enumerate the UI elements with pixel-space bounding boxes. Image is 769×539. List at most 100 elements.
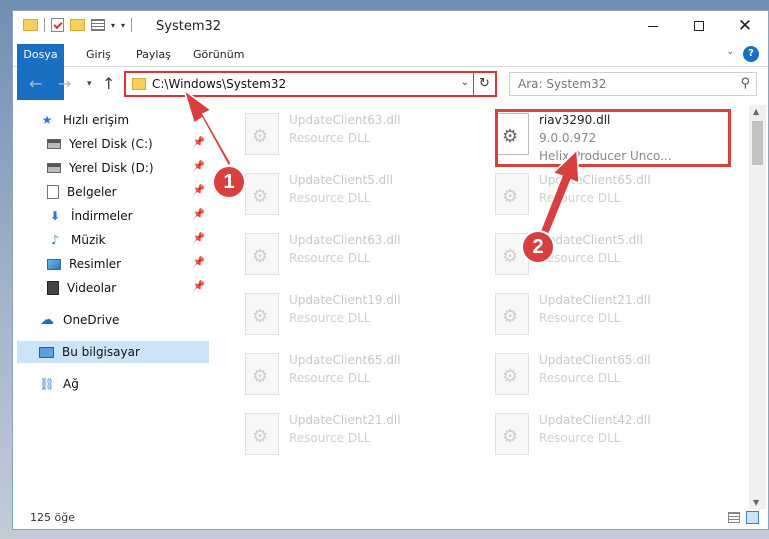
dll-file-icon	[245, 113, 279, 155]
explorer-window: ▾ ▾ System32 ✕ Dosya Giriş Paylaş Görünü…	[12, 10, 769, 530]
sidebar-item-pictures[interactable]: Resimler 📌	[47, 253, 209, 275]
folder-icon	[23, 19, 38, 31]
list-item[interactable]: UpdateClient21.dll Resource DLL	[487, 289, 727, 345]
file-type: Resource DLL	[289, 191, 371, 205]
step-1-badge: 1	[212, 165, 246, 199]
sidebar-item-music[interactable]: ♪ Müzik 📌	[47, 229, 209, 251]
pin-icon[interactable]: 📌	[193, 137, 205, 148]
dll-file-icon	[495, 353, 529, 395]
network-icon: ⛓	[39, 377, 55, 391]
document-icon	[47, 185, 59, 199]
maximize-button[interactable]	[676, 11, 722, 41]
address-bar[interactable]: C:\Windows\System32 ⌄ ↻	[124, 71, 497, 97]
list-item[interactable]: UpdateClient65.dll Resource DLL	[237, 349, 477, 405]
list-item[interactable]: UpdateClient42.dll Resource DLL	[487, 409, 727, 465]
video-icon	[47, 281, 59, 295]
quick-access-toolbar: ▾ ▾	[23, 18, 133, 32]
status-bar: 125 öğe	[13, 507, 768, 529]
sidebar-item-videos[interactable]: Videolar 📌	[47, 277, 209, 299]
chevron-down-icon[interactable]: ⌄	[726, 47, 734, 57]
forward-button[interactable]: →	[58, 74, 71, 93]
back-button[interactable]: ←	[29, 74, 42, 93]
tab-share[interactable]: Paylaş	[126, 44, 181, 66]
views-icon[interactable]	[91, 19, 105, 31]
computer-icon	[39, 346, 54, 358]
item-count: 125 öğe	[30, 511, 75, 524]
sidebar-item-documents[interactable]: Belgeler 📌	[47, 181, 209, 203]
minimize-button[interactable]	[630, 11, 676, 41]
pin-icon[interactable]: 📌	[193, 257, 205, 268]
cloud-icon: ☁	[40, 312, 54, 328]
sidebar-item-this-pc[interactable]: Bu bilgisayar	[17, 341, 209, 363]
scrollbar-thumb[interactable]	[752, 121, 763, 165]
minimize-icon	[648, 25, 658, 27]
file-type: Resource DLL	[289, 371, 371, 385]
sidebar-item-label: Yerel Disk (D:)	[69, 161, 154, 175]
file-type: Resource DLL	[539, 371, 621, 385]
search-input[interactable]: Ara: System32 ⚲	[509, 72, 757, 96]
pin-icon[interactable]: 📌	[193, 233, 205, 244]
maximize-icon	[694, 21, 704, 31]
pin-icon[interactable]: 📌	[193, 209, 205, 220]
properties-icon[interactable]	[51, 18, 64, 32]
file-name: UpdateClient63.dll	[289, 113, 401, 127]
music-icon: ♪	[51, 233, 59, 247]
sidebar-item-onedrive[interactable]: ☁ OneDrive	[39, 309, 209, 331]
list-item[interactable]: UpdateClient65.dll Resource DLL	[487, 169, 727, 225]
refresh-button[interactable]: ↻	[473, 73, 495, 95]
navigation-pane: ★ Hızlı erişim Yerel Disk (C:) 📌 Yerel D…	[13, 105, 213, 505]
new-folder-icon[interactable]	[70, 19, 85, 31]
dll-file-icon	[245, 293, 279, 335]
list-item[interactable]: UpdateClient63.dll Resource DLL	[237, 229, 477, 285]
star-icon: ★	[41, 113, 53, 127]
sidebar-item-label: Videolar	[67, 281, 117, 295]
folder-icon	[132, 78, 146, 90]
file-type: Resource DLL	[289, 431, 371, 445]
sidebar-item-downloads[interactable]: ⬇ İndirmeler 📌	[47, 205, 209, 227]
dll-file-icon	[245, 353, 279, 395]
ribbon-tabs: Dosya Giriş Paylaş Görünüm ⌄ ?	[13, 44, 768, 100]
vertical-scrollbar[interactable]: ▲ ▼	[749, 105, 766, 509]
scroll-down-icon[interactable]: ▼	[753, 498, 759, 507]
chevron-down-icon[interactable]: ⌄	[461, 77, 469, 88]
close-button[interactable]: ✕	[722, 11, 768, 41]
file-type: Resource DLL	[539, 431, 621, 445]
recent-locations-button[interactable]: ▾	[87, 79, 92, 89]
file-name: UpdateClient65.dll	[539, 353, 651, 367]
list-item[interactable]: UpdateClient5.dll Resource DLL	[237, 169, 477, 225]
sidebar-item-label: Müzik	[71, 233, 106, 247]
file-type: Resource DLL	[289, 131, 371, 145]
highlight-box	[495, 109, 731, 167]
navigation-bar: ← → ▾ ↑ C:\Windows\System32 ⌄ ↻ Ara: Sys…	[13, 71, 768, 99]
file-list: UpdateClient63.dll Resource DLL UpdateCl…	[223, 105, 747, 505]
search-icon[interactable]: ⚲	[740, 76, 750, 91]
list-item[interactable]: UpdateClient63.dll Resource DLL	[237, 109, 477, 165]
file-name: UpdateClient65.dll	[289, 353, 401, 367]
sidebar-item-label: Bu bilgisayar	[62, 345, 140, 359]
tab-view[interactable]: Görünüm	[183, 44, 254, 66]
pin-icon[interactable]: 📌	[193, 161, 205, 172]
tab-home[interactable]: Giriş	[76, 44, 121, 66]
address-path[interactable]: C:\Windows\System32	[152, 77, 286, 91]
chevron-down-icon[interactable]: ▾	[111, 21, 115, 30]
details-view-icon[interactable]	[728, 512, 740, 523]
list-item[interactable]: UpdateClient21.dll Resource DLL	[237, 409, 477, 465]
help-icon[interactable]: ?	[743, 46, 759, 62]
dll-file-icon	[495, 173, 529, 215]
list-item[interactable]: UpdateClient19.dll Resource DLL	[237, 289, 477, 345]
dll-file-icon	[245, 233, 279, 275]
sidebar-item-disk-d[interactable]: Yerel Disk (D:) 📌	[47, 157, 209, 179]
pin-icon[interactable]: 📌	[193, 185, 205, 196]
large-icons-view-icon[interactable]	[746, 511, 759, 524]
customize-toolbar-icon[interactable]: ▾	[121, 21, 125, 30]
list-item[interactable]: UpdateClient65.dll Resource DLL	[487, 349, 727, 405]
sidebar-item-quick-access[interactable]: ★ Hızlı erişim	[39, 109, 209, 131]
dll-file-icon	[495, 293, 529, 335]
sidebar-item-label: Yerel Disk (C:)	[69, 137, 153, 151]
pin-icon[interactable]: 📌	[193, 281, 205, 292]
scroll-up-icon[interactable]: ▲	[753, 107, 759, 116]
sidebar-item-disk-c[interactable]: Yerel Disk (C:) 📌	[47, 133, 209, 155]
up-button[interactable]: ↑	[102, 74, 115, 93]
file-type: Resource DLL	[289, 251, 371, 265]
sidebar-item-network[interactable]: ⛓ Ağ	[39, 373, 209, 395]
